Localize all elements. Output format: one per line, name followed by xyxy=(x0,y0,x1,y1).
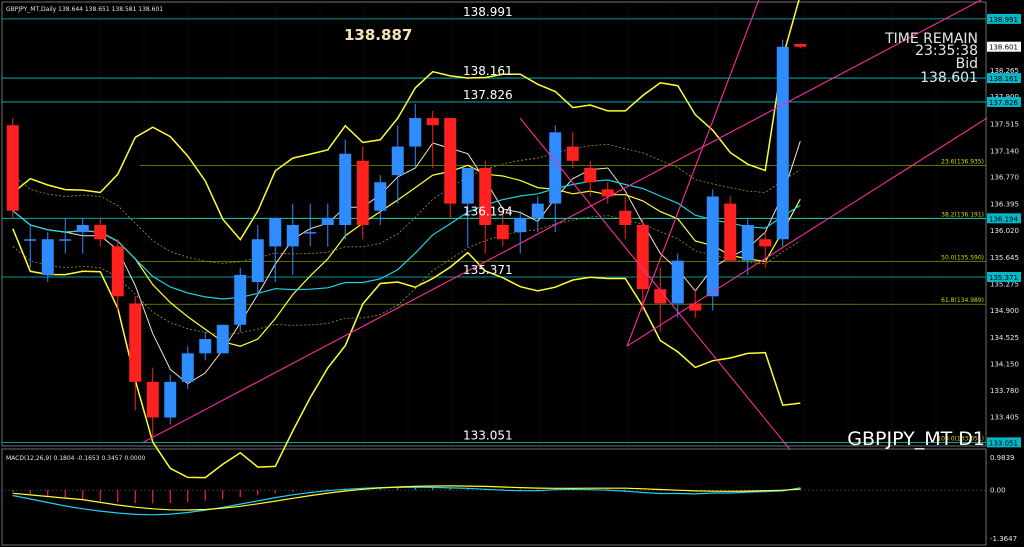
fib-label: 38.2(136.191) xyxy=(941,212,984,219)
candle-body xyxy=(199,339,212,354)
candle-body xyxy=(724,203,737,261)
price-tag: 138.601 xyxy=(989,44,1018,52)
y-tick-label: 134.900 xyxy=(990,307,1019,315)
candle-body xyxy=(566,146,579,161)
candle-body xyxy=(339,153,352,225)
fib-label: 23.6(136.935) xyxy=(941,158,984,165)
price-tag: 133.051 xyxy=(989,439,1018,447)
macd-tick-label: -1.3647 xyxy=(990,535,1017,543)
candle-body xyxy=(356,160,369,225)
level-label: 138.161 xyxy=(463,64,513,78)
candle-body xyxy=(531,203,544,218)
candle-body xyxy=(671,260,684,304)
candle-body xyxy=(391,146,404,176)
price-tag: 138.991 xyxy=(989,16,1018,24)
y-tick-label: 134.525 xyxy=(990,334,1019,342)
candle-body xyxy=(619,210,632,225)
y-tick-label: 135.645 xyxy=(990,254,1019,262)
candle-body xyxy=(181,353,194,382)
candle-body xyxy=(24,239,37,241)
bid-value: 138.601 xyxy=(920,70,978,86)
y-tick-label: 133.780 xyxy=(990,387,1019,395)
candle-body xyxy=(94,225,107,240)
y-tick-label: 137.140 xyxy=(990,147,1019,155)
candle-body xyxy=(776,46,789,240)
y-tick-label: 136.395 xyxy=(990,200,1019,208)
candle-body xyxy=(741,225,754,261)
price-chart-svg[interactable]: 23.6(136.935) 38.2(136.191) 50.0(135.590) 6… xyxy=(0,0,1024,547)
candle-body xyxy=(129,303,142,382)
candle-body xyxy=(461,167,474,204)
candle-body xyxy=(216,324,229,354)
candle-body xyxy=(426,118,439,126)
candle-body xyxy=(549,132,562,204)
level-label: 138.991 xyxy=(463,5,513,19)
candle-body xyxy=(321,217,334,225)
candle-body xyxy=(41,239,54,275)
level-label: 136.194 xyxy=(463,204,513,218)
price-tag: 138.161 xyxy=(989,75,1018,83)
level-label: 133.051 xyxy=(463,428,513,442)
candle-body xyxy=(304,232,317,234)
y-tick-label: 134.150 xyxy=(990,361,1019,369)
price-tag: 137.826 xyxy=(989,99,1018,107)
symbol-watermark: GBPJPY_MT D1 xyxy=(847,428,985,450)
y-tick-label: 137.515 xyxy=(990,121,1019,129)
macd-tick-label: 0.00 xyxy=(990,487,1006,495)
bid-price-label: 138.887 xyxy=(344,26,412,44)
candle-body xyxy=(444,118,457,204)
candle-body xyxy=(636,225,649,290)
candle-body xyxy=(111,246,124,297)
candle-body xyxy=(654,289,667,304)
level-label: 135.371 xyxy=(463,263,513,277)
candle-body xyxy=(251,239,264,283)
candle-body xyxy=(514,217,527,233)
candle-body xyxy=(794,43,807,47)
y-tick-label: 133.405 xyxy=(990,414,1019,422)
candle-body xyxy=(286,225,299,247)
price-tag: 135.371 xyxy=(989,274,1018,282)
macd-header: MACD(12,26,9) 0.1804 -0.1653 0.3457 0.00… xyxy=(6,455,146,462)
candle-body xyxy=(59,239,72,241)
candle-body xyxy=(689,303,702,311)
fib-label: 61.8(134.989) xyxy=(941,297,984,304)
candle-body xyxy=(409,118,422,147)
candle-body xyxy=(759,239,772,247)
level-label: 137.826 xyxy=(463,88,513,102)
y-tick-label: 136.020 xyxy=(990,227,1019,235)
candle-body xyxy=(584,167,597,183)
fib-label: 50.0(135.590) xyxy=(941,254,984,261)
candle-body xyxy=(374,182,387,211)
y-tick-label: 136.770 xyxy=(990,174,1019,182)
chart-window: 23.6(136.935) 38.2(136.191) 50.0(135.590) 6… xyxy=(0,0,1024,547)
candle-body xyxy=(234,274,247,325)
candle-body xyxy=(146,381,159,418)
chart-header: GBPJPY_MT,Daily 138.644 138.651 138.581 … xyxy=(6,6,163,13)
candle-body xyxy=(76,225,89,233)
candle-body xyxy=(164,381,177,418)
candle-body xyxy=(269,217,282,247)
candle-body xyxy=(496,225,509,240)
macd-tick-label: 0.9839 xyxy=(990,454,1015,462)
candle-body xyxy=(706,196,719,297)
candle-body xyxy=(6,125,19,211)
price-tag: 136.194 xyxy=(989,215,1018,223)
